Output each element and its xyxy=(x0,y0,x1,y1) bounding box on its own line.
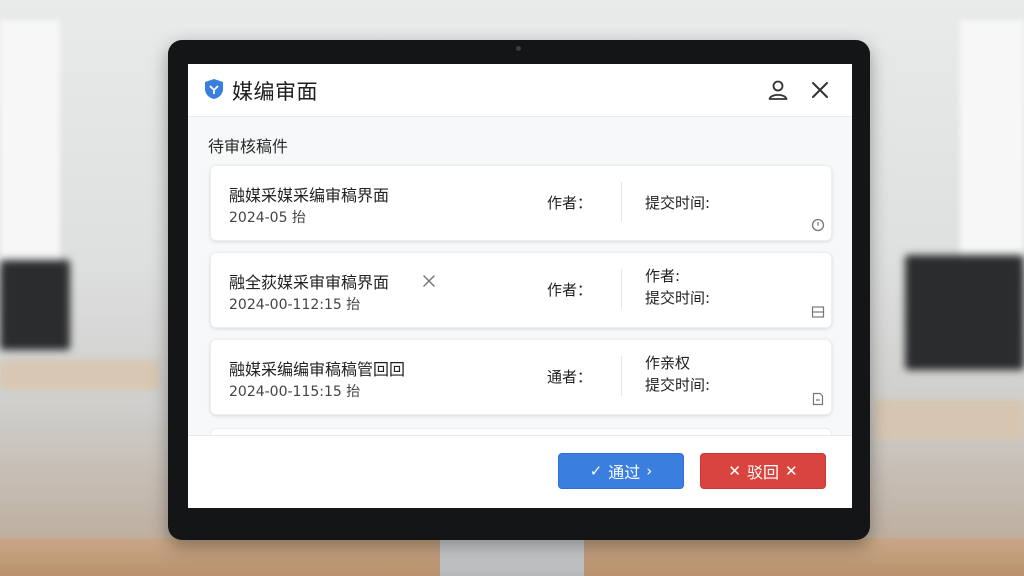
card-title: 融媒采编编审稿稿管回回 xyxy=(229,360,406,379)
user-icon xyxy=(768,80,788,100)
monitor-stand xyxy=(440,536,584,576)
user-button[interactable] xyxy=(766,78,790,102)
close-icon xyxy=(812,82,828,98)
card-submit-time: 提交时间: xyxy=(645,289,711,307)
approve-label: 通过 xyxy=(608,463,641,482)
action-footer: ✓ 通过 › ✕ 驳回 ✕ xyxy=(188,435,852,508)
app-title: 媒编审面 xyxy=(232,80,318,104)
submission-card[interactable]: 融媒采媒采编审稿界面 2024-05 抬 作者： 提交时间: xyxy=(210,165,832,241)
background-desk-left xyxy=(0,360,160,390)
document-icon xyxy=(811,306,825,318)
remove-icon[interactable] xyxy=(421,273,437,289)
card-divider xyxy=(621,182,622,222)
x-trailing-icon: ✕ xyxy=(785,462,798,480)
card-date: 2024-00-112:15 抬 xyxy=(229,297,361,313)
card-author-label: 作者： xyxy=(547,194,593,212)
card-divider xyxy=(621,269,622,309)
x-icon: ✕ xyxy=(728,462,741,480)
app-window: 媒编审面 待审核稿件 融媒采媒采编审稿界面 2024-05 抬 作者： 提交时间… xyxy=(188,64,852,508)
check-icon: ✓ xyxy=(589,462,603,480)
card-author-label: 作者： xyxy=(547,281,593,299)
reject-button[interactable]: ✕ 驳回 ✕ xyxy=(700,453,826,489)
background-window-left xyxy=(0,20,60,270)
card-date: 2024-00-115:15 抬 xyxy=(229,384,361,400)
card-title: 融全荻媒采审审稿界面 xyxy=(229,273,390,292)
shield-app-icon xyxy=(205,79,223,99)
chevron-right-icon: › xyxy=(646,462,653,480)
background-window-right xyxy=(960,20,1024,270)
card-author-label: 通者： xyxy=(547,368,593,386)
webcam xyxy=(516,46,521,51)
clock-icon xyxy=(811,218,825,232)
background-desk-right xyxy=(875,400,1024,440)
content-area: 待审核稿件 融媒采媒采编审稿界面 2024-05 抬 作者： 提交时间: 融全荻… xyxy=(188,117,852,448)
card-title: 融媒采媒采编审稿界面 xyxy=(229,186,390,205)
card-submit-time: 提交时间: xyxy=(645,376,711,394)
card-submit-time: 提交时间: xyxy=(645,194,711,212)
title-bar: 媒编审面 xyxy=(188,64,852,117)
reject-label: 驳回 xyxy=(746,463,779,482)
background-monitor-left xyxy=(0,260,70,350)
card-author-meta: 作者: xyxy=(645,267,681,285)
submission-card[interactable]: 融全荻媒采审审稿界面 2024-00-112:15 抬 作者： 作者: 提交时间… xyxy=(210,252,832,328)
card-divider xyxy=(621,356,622,396)
monitor: 媒编审面 待审核稿件 融媒采媒采编审稿界面 2024-05 抬 作者： 提交时间… xyxy=(168,40,870,540)
submission-card[interactable]: 融媒采编编审稿稿管回回 2024-00-115:15 抬 通者： 作亲权 提交时… xyxy=(210,339,832,415)
card-author-meta: 作亲权 xyxy=(645,354,691,372)
card-date: 2024-05 抬 xyxy=(229,210,306,226)
approve-button[interactable]: ✓ 通过 › xyxy=(558,453,684,489)
page-icon xyxy=(812,392,824,406)
section-title: 待审核稿件 xyxy=(208,137,289,156)
background-monitor-right xyxy=(905,255,1024,370)
close-button[interactable] xyxy=(808,78,832,102)
